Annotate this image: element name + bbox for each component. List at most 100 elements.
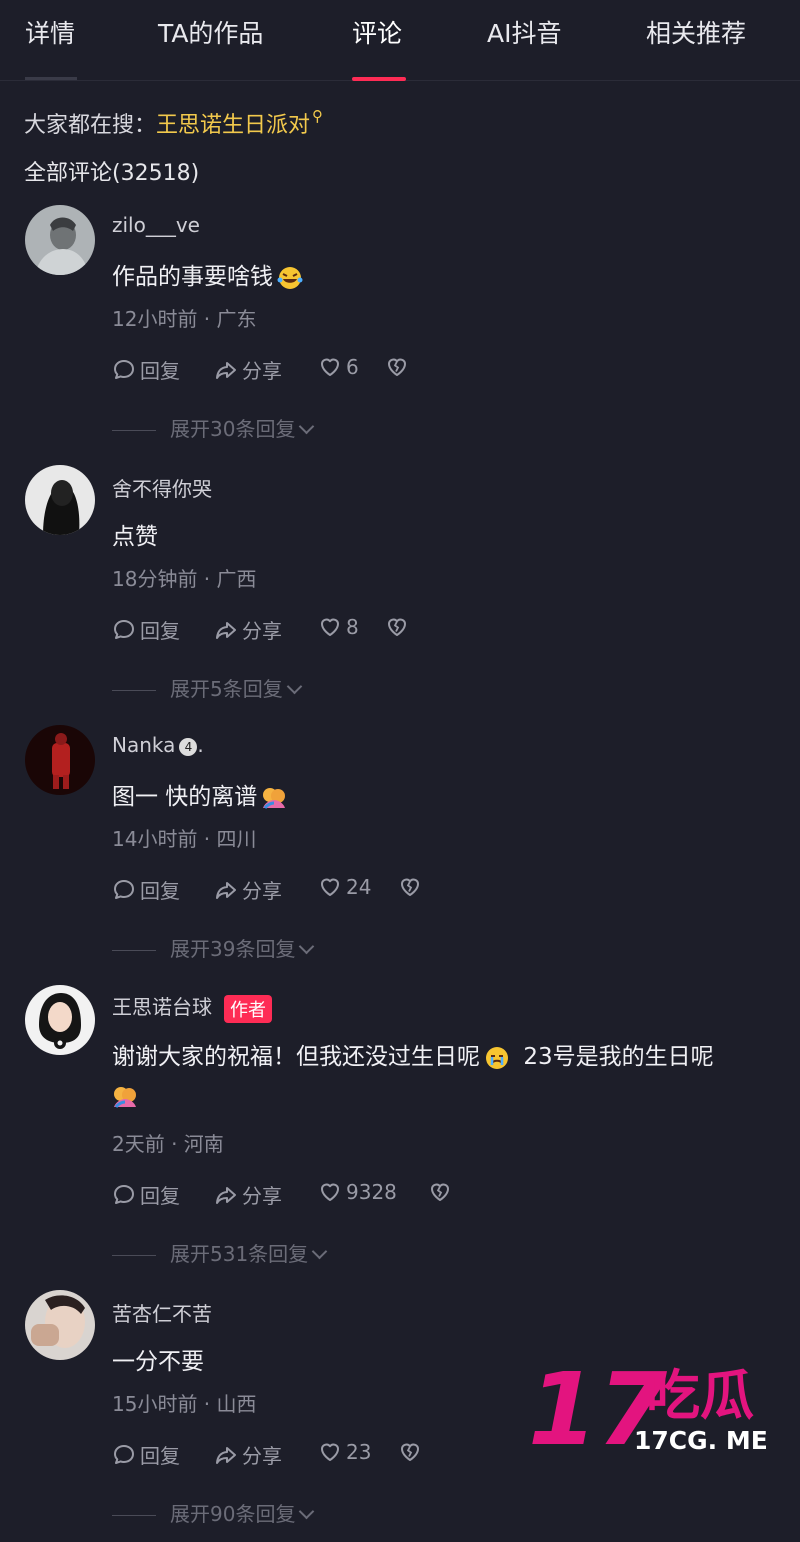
tab-details[interactable]: 详情 bbox=[25, 14, 75, 50]
comment-bubble-icon bbox=[112, 878, 136, 902]
avatar[interactable] bbox=[25, 465, 95, 535]
share-arrow-icon bbox=[214, 358, 238, 382]
comment-text-line2 bbox=[112, 1083, 138, 1109]
tab-recommendations[interactable]: 相关推荐 bbox=[646, 14, 746, 50]
comment-text-continued: 23号是我的生日呢 bbox=[523, 1044, 714, 1070]
like-button[interactable]: 6 bbox=[318, 355, 359, 379]
broken-heart-icon bbox=[385, 355, 409, 379]
dislike-button[interactable] bbox=[398, 875, 426, 899]
comment-text-content: 作品的事要啥钱 bbox=[112, 264, 273, 290]
top-tab-bar: 详情 TA的作品 评论 AI抖音 相关推荐 bbox=[0, 0, 800, 81]
comment-username[interactable]: 舍不得你哭 bbox=[112, 473, 212, 502]
expand-replies-button[interactable]: 展开30条回复 bbox=[112, 413, 315, 442]
active-tab-underline bbox=[352, 77, 406, 81]
comment-meta: 12小时前 · 广东 bbox=[112, 307, 257, 331]
expand-replies-label: 展开39条回复 bbox=[170, 937, 296, 961]
share-button[interactable]: 分享 bbox=[214, 875, 282, 904]
reply-button[interactable]: 回复 bbox=[112, 615, 180, 644]
expand-replies-button[interactable]: 展开5条回复 bbox=[112, 673, 303, 702]
like-button[interactable]: 23 bbox=[318, 1440, 371, 1464]
share-button[interactable]: 分享 bbox=[214, 1180, 282, 1209]
comment-text: 作品的事要啥钱 bbox=[112, 257, 303, 291]
comment-meta: 2天前 · 河南 bbox=[112, 1132, 224, 1156]
broken-heart-icon bbox=[385, 615, 409, 639]
divider-line bbox=[112, 950, 156, 951]
avatar[interactable] bbox=[25, 1290, 95, 1360]
comment-bubble-icon bbox=[112, 358, 136, 382]
heart-icon bbox=[318, 355, 342, 379]
share-button[interactable]: 分享 bbox=[214, 1440, 282, 1469]
reply-button[interactable]: 回复 bbox=[112, 1180, 180, 1209]
author-badge: 作者 bbox=[224, 994, 272, 1023]
heart-icon bbox=[318, 1440, 342, 1464]
expand-replies-label: 展开90条回复 bbox=[170, 1502, 296, 1526]
comment-text-content: 点赞 bbox=[112, 524, 158, 550]
comment-text: 一分不要 bbox=[112, 1342, 204, 1376]
divider-line bbox=[112, 690, 156, 691]
user-level-badge: 4 bbox=[179, 737, 198, 756]
share-button[interactable]: 分享 bbox=[214, 355, 282, 384]
comment-text: 谢谢大家的祝福！但我还没过生日呢 23号是我的生日呢 bbox=[112, 1037, 714, 1071]
like-count: 24 bbox=[346, 875, 372, 899]
reply-button[interactable]: 回复 bbox=[112, 1440, 180, 1469]
broken-heart-icon bbox=[398, 1440, 422, 1464]
trending-search-keyword[interactable]: 王思诺生日派对 bbox=[156, 113, 310, 138]
heart-icon bbox=[318, 875, 342, 899]
tab-comments[interactable]: 评论 bbox=[352, 14, 402, 50]
dislike-button[interactable] bbox=[385, 355, 413, 379]
tab-works[interactable]: TA的作品 bbox=[158, 14, 263, 50]
comment-username[interactable]: zilo___ve bbox=[112, 213, 200, 237]
comment-username[interactable]: 苦杏仁不苦 bbox=[112, 1298, 212, 1327]
like-button[interactable]: 24 bbox=[318, 875, 371, 899]
share-arrow-icon bbox=[214, 878, 238, 902]
broken-heart-icon bbox=[428, 1180, 452, 1204]
reply-label: 回复 bbox=[140, 359, 180, 383]
comment-bubble-icon bbox=[112, 1183, 136, 1207]
watermark-site-text: 17CG. ME bbox=[634, 1426, 768, 1455]
share-label: 分享 bbox=[242, 359, 282, 383]
reply-label: 回复 bbox=[140, 879, 180, 903]
hug-emoji bbox=[112, 1085, 138, 1109]
like-button[interactable]: 9328 bbox=[318, 1180, 397, 1204]
chevron-down-icon bbox=[286, 678, 303, 695]
username-text: 王思诺台球 bbox=[112, 995, 212, 1019]
tab-ai-douyin[interactable]: AI抖音 bbox=[487, 14, 561, 50]
broken-heart-icon bbox=[398, 875, 422, 899]
comment-username[interactable]: Nanka 4. bbox=[112, 733, 204, 757]
like-count: 6 bbox=[346, 355, 359, 379]
expand-replies-button[interactable]: 展开39条回复 bbox=[112, 933, 315, 962]
comment-text-content: 一分不要 bbox=[112, 1349, 204, 1375]
chevron-down-icon bbox=[311, 1243, 328, 1260]
comment-count-title: 全部评论(32518) bbox=[24, 161, 200, 186]
comment-username[interactable]: 王思诺台球 作者 bbox=[112, 991, 272, 1023]
avatar[interactable] bbox=[25, 985, 95, 1055]
reply-label: 回复 bbox=[140, 1444, 180, 1468]
tab-scroll-indicator bbox=[25, 77, 77, 80]
reply-label: 回复 bbox=[140, 1184, 180, 1208]
dislike-button[interactable] bbox=[428, 1180, 456, 1204]
hug-emoji bbox=[261, 786, 287, 810]
divider-line bbox=[112, 1255, 156, 1256]
expand-replies-button[interactable]: 展开90条回复 bbox=[112, 1498, 315, 1527]
watermark-cn-text: 吃瓜 bbox=[646, 1364, 754, 1427]
share-button[interactable]: 分享 bbox=[214, 615, 282, 644]
avatar[interactable] bbox=[25, 205, 95, 275]
share-label: 分享 bbox=[242, 1444, 282, 1468]
chevron-down-icon bbox=[299, 1503, 315, 1520]
comment-text-content: 图一 快的离谱 bbox=[112, 784, 258, 810]
dislike-button[interactable] bbox=[385, 615, 413, 639]
chevron-down-icon bbox=[299, 418, 315, 435]
like-button[interactable]: 8 bbox=[318, 615, 359, 639]
search-icon[interactable]: ⚲ bbox=[312, 107, 323, 125]
comment-text: 图一 快的离谱 bbox=[112, 777, 287, 811]
dislike-button[interactable] bbox=[398, 1440, 426, 1464]
reply-button[interactable]: 回复 bbox=[112, 875, 180, 904]
reply-label: 回复 bbox=[140, 619, 180, 643]
share-arrow-icon bbox=[214, 1183, 238, 1207]
expand-replies-label: 展开531条回复 bbox=[170, 1242, 309, 1266]
avatar[interactable] bbox=[25, 725, 95, 795]
like-count: 8 bbox=[346, 615, 359, 639]
expand-replies-button[interactable]: 展开531条回复 bbox=[112, 1238, 328, 1267]
reply-button[interactable]: 回复 bbox=[112, 355, 180, 384]
comment-bubble-icon bbox=[112, 618, 136, 642]
